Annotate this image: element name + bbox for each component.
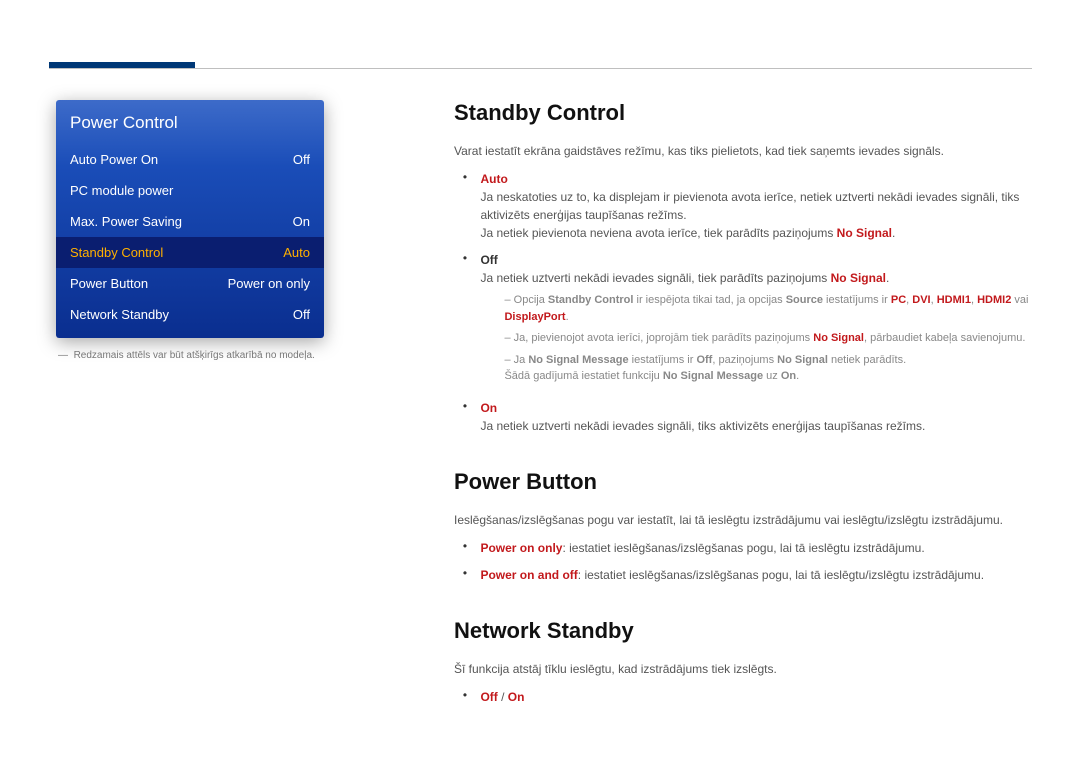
- osd-menu-panel: Power Control Auto Power On Off PC modul…: [56, 100, 324, 338]
- right-column: Standby Control Varat iestatīt ekrāna ga…: [454, 100, 1032, 715]
- image-disclaimer: ― Redzamais attēls var būt atšķirīgs atk…: [58, 350, 384, 361]
- osd-row-auto-power-on[interactable]: Auto Power On Off: [56, 144, 324, 175]
- sub-item: Opcija Standby Control ir iespējota tika…: [504, 292, 1030, 325]
- osd-row-label: Auto Power On: [70, 152, 158, 167]
- osd-row-max-power-saving[interactable]: Max. Power Saving On: [56, 206, 324, 237]
- power-button-list: • Power on only: iestatiet ieslēgšanas/i…: [454, 539, 1032, 584]
- left-column: Power Control Auto Power On Off PC modul…: [56, 100, 384, 715]
- network-standby-list: • Off / On: [454, 688, 1032, 706]
- osd-row-power-button[interactable]: Power Button Power on only: [56, 268, 324, 299]
- standby-list: • Auto Ja neskatoties uz to, ka displeja…: [454, 170, 1032, 435]
- heading-network-standby: Network Standby: [454, 618, 1032, 644]
- sub-item: Ja, pievienojot avota ierīci, joprojām t…: [504, 330, 1030, 347]
- option-auto: Auto: [480, 172, 507, 186]
- list-item: • On Ja netiek uztverti nekādi ievades s…: [454, 399, 1032, 435]
- osd-row-value: On: [293, 214, 310, 229]
- osd-row-label: Network Standby: [70, 307, 169, 322]
- osd-row-value: Auto: [283, 245, 310, 260]
- osd-row-standby-control[interactable]: Standby Control Auto: [56, 237, 324, 268]
- osd-row-value: Off: [293, 307, 310, 322]
- list-item: • Off Ja netiek uztverti nekādi ievades …: [454, 251, 1032, 390]
- osd-row-pc-module-power[interactable]: PC module power: [56, 175, 324, 206]
- osd-row-label: Max. Power Saving: [70, 214, 182, 229]
- page-body: Power Control Auto Power On Off PC modul…: [56, 100, 1032, 715]
- osd-row-label: Standby Control: [70, 245, 163, 260]
- option-off: Off: [480, 253, 497, 267]
- option-on: On: [480, 401, 497, 415]
- header-rule: [49, 68, 1032, 69]
- osd-row-network-standby[interactable]: Network Standby Off: [56, 299, 324, 330]
- heading-standby-control: Standby Control: [454, 100, 1032, 126]
- list-item: • Power on only: iestatiet ieslēgšanas/i…: [454, 539, 1032, 557]
- power-button-lead: Ieslēgšanas/izslēgšanas pogu var iestatī…: [454, 511, 1032, 529]
- heading-power-button: Power Button: [454, 469, 1032, 495]
- osd-menu-title: Power Control: [56, 100, 324, 144]
- osd-row-label: PC module power: [70, 183, 173, 198]
- osd-row-label: Power Button: [70, 276, 148, 291]
- list-item: • Auto Ja neskatoties uz to, ka displeja…: [454, 170, 1032, 242]
- osd-row-value: Off: [293, 152, 310, 167]
- osd-row-value: Power on only: [228, 276, 310, 291]
- list-item: • Off / On: [454, 688, 1032, 706]
- standby-lead: Varat iestatīt ekrāna gaidstāves režīmu,…: [454, 142, 1032, 160]
- network-standby-lead: Šī funkcija atstāj tīklu ieslēgtu, kad i…: [454, 660, 1032, 678]
- list-item: • Power on and off: iestatiet ieslēgšana…: [454, 566, 1032, 584]
- sub-item: Ja No Signal Message iestatījums ir Off,…: [504, 352, 1030, 385]
